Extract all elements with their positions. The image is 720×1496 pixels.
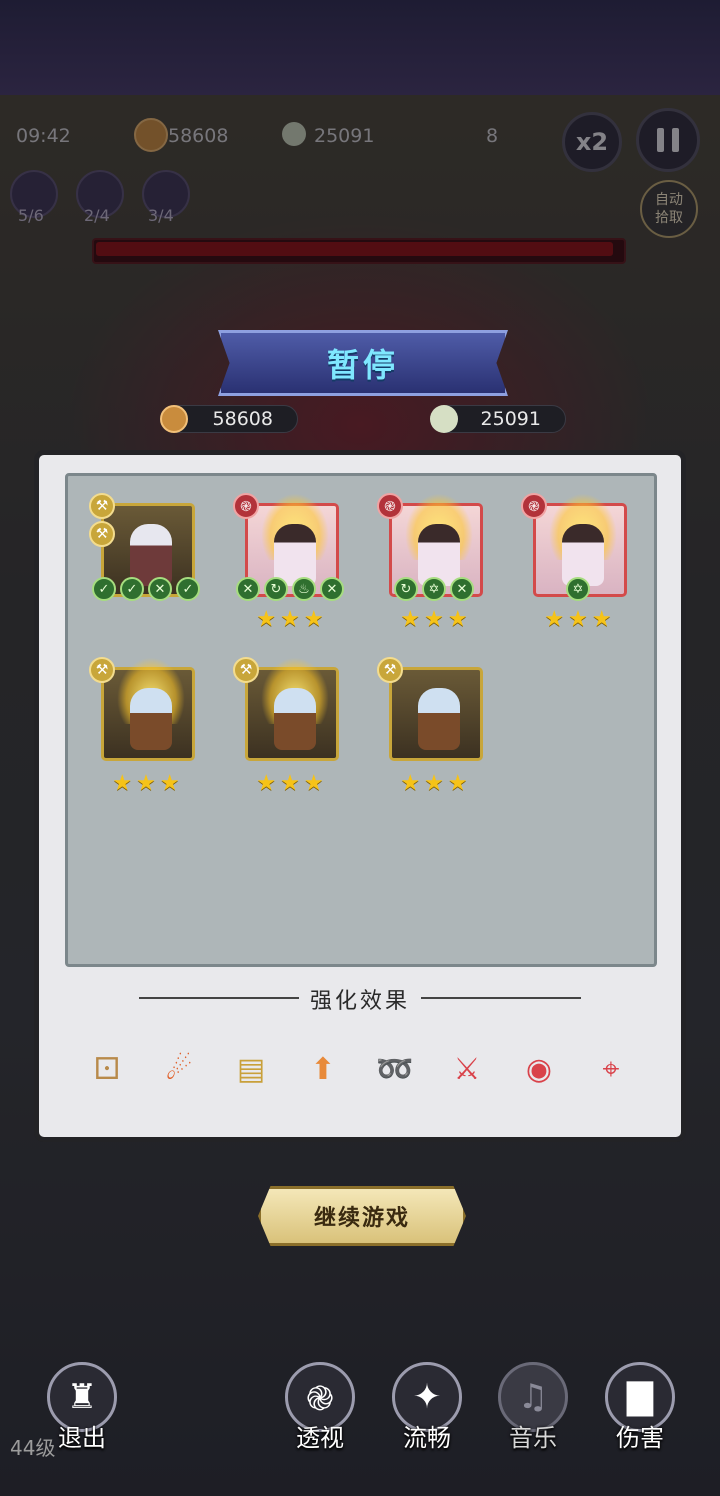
bottom-button-2[interactable]: ✦ 流畅 — [387, 1362, 467, 1453]
team-grid: ⚒ ⚒ ✓ ✓ ✕ ✓ ֎ ✕ ↻ ♨ ✕ ★★★ ֎ ↻ ✡ ✕ ★★★ ֎ ✡ ★★★ ⚒ ★★★ ⚒ ★★★ ⚒ ★★★ — [65, 470, 657, 967]
skull-icon — [430, 405, 458, 433]
trait-green-icon: ✓ — [120, 577, 144, 601]
trait-star-icon: ✡ — [566, 577, 590, 601]
bottom-button-label: 透视 — [296, 1424, 344, 1452]
pause-title: 暂停 — [326, 346, 399, 384]
bottom-button-label: 伤害 — [616, 1424, 664, 1452]
hero-sprite — [130, 688, 172, 750]
spiral-icon: ֎ — [521, 493, 547, 519]
hero-sprite — [274, 688, 316, 750]
star-rating: ★★★ — [544, 607, 616, 632]
skull-total-value: 25091 — [480, 408, 541, 430]
hero-sprite — [418, 524, 460, 586]
sword-icon[interactable]: ⚔ — [445, 1047, 489, 1091]
pause-panel: ⚒ ⚒ ✓ ✓ ✕ ✓ ֎ ✕ ↻ ♨ ✕ ★★★ ֎ ↻ ✡ ✕ ★★★ ֎ ✡ ★★★ ⚒ ★★★ ⚒ ★★★ ⚒ ★★★ 强… — [34, 450, 686, 1142]
trait-cross-icon: ✕ — [320, 577, 344, 601]
hero-card[interactable] — [242, 634, 348, 761]
bottom-button-label: 音乐 — [509, 1424, 557, 1452]
bottom-button-1[interactable]: ֎ 透视 — [280, 1362, 360, 1453]
star-rating: ★★★ — [400, 607, 472, 632]
target-icon[interactable]: ⌖ — [589, 1047, 633, 1091]
coin-icon — [160, 405, 188, 433]
hero-card[interactable] — [389, 667, 483, 761]
hero-sprite — [418, 688, 460, 750]
star-rating: ★★★ — [112, 771, 184, 796]
trait-star-icon: ✡ — [422, 577, 446, 601]
trait-cross-icon: ✕ — [450, 577, 474, 601]
trait-flame-icon: ♨ — [292, 577, 316, 601]
vortex-icon[interactable]: ◉ — [517, 1047, 561, 1091]
bottom-button-label: 流畅 — [403, 1424, 451, 1452]
player-level: 44级 — [10, 1436, 56, 1460]
divider-right — [421, 997, 581, 999]
wrench-icon: ⚒ — [377, 657, 403, 683]
hero-card[interactable] — [98, 634, 204, 761]
trait-swirl-icon: ↻ — [264, 577, 288, 601]
dash-icon[interactable]: ➿ — [373, 1047, 417, 1091]
top-bar — [0, 0, 720, 95]
hero-sprite — [274, 524, 316, 586]
power-up-icon[interactable]: ⬆ — [301, 1047, 345, 1091]
bottom-button-3[interactable]: ♫ 音乐 — [493, 1362, 573, 1453]
hero-sprite — [130, 524, 172, 586]
spell-book-icon[interactable]: ▤ — [229, 1047, 273, 1091]
trait-cross-icon: ✕ — [236, 577, 260, 601]
star-rating: ★★★ — [256, 771, 328, 796]
flame-spear-icon[interactable]: ☄ — [157, 1047, 201, 1091]
wrench-icon: ⚒ — [89, 493, 115, 519]
spiral-icon: ֎ — [377, 493, 403, 519]
wrench-icon: ⚒ — [233, 657, 259, 683]
trait-cross-icon: ✕ — [148, 577, 172, 601]
trait-green-icon: ✓ — [92, 577, 116, 601]
trait-swirl-icon: ↻ — [394, 577, 418, 601]
coin-total-value: 58608 — [212, 408, 273, 430]
pause-banner: 暂停 — [218, 330, 508, 396]
star-rating: ★★★ — [256, 607, 328, 632]
voodoo-doll-icon[interactable]: ⚀ — [85, 1047, 129, 1091]
continue-game-button[interactable]: 继续游戏 — [258, 1186, 466, 1246]
effects-title: 强化效果 — [309, 989, 410, 1014]
bottom-button-4[interactable]: ▇ 伤害 — [600, 1362, 680, 1453]
wrench-icon: ⚒ — [89, 521, 115, 547]
wrench-icon: ⚒ — [89, 657, 115, 683]
star-rating: ★★★ — [400, 771, 472, 796]
spiral-icon: ֎ — [233, 493, 259, 519]
hero-sprite — [562, 524, 604, 586]
trait-green-icon: ✓ — [176, 577, 200, 601]
